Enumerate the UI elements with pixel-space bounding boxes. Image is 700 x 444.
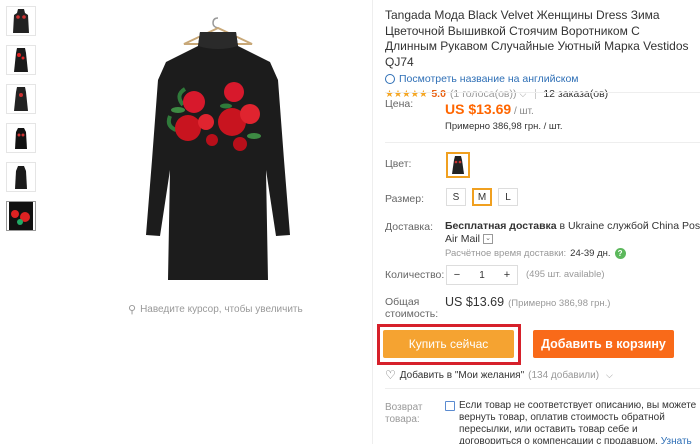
help-icon[interactable]: ? xyxy=(614,248,626,259)
size-option-l[interactable]: L xyxy=(498,188,518,206)
shipping-method[interactable]: Air Mail ⌄ xyxy=(445,233,494,245)
total-label: Общая стоимость: xyxy=(385,296,439,320)
divider xyxy=(385,142,700,143)
delivery-estimate: Расчётное время доставки: 24-39 дн. ? xyxy=(445,248,626,259)
chevron-down-icon[interactable]: ⌵ xyxy=(519,89,526,100)
thumbnail-6[interactable] xyxy=(6,201,36,231)
price-label: Цена: xyxy=(385,98,414,110)
increment-button[interactable]: + xyxy=(497,269,517,281)
zoom-hint: ⚲ Наведите курсор, чтобы увеличить xyxy=(128,304,303,316)
globe-icon xyxy=(385,74,395,84)
divider xyxy=(535,89,537,99)
thumbnail-1[interactable] xyxy=(6,6,36,36)
returns-label: Возврат товара: xyxy=(385,402,423,425)
return-policy-icon xyxy=(445,401,455,411)
decrement-button[interactable]: − xyxy=(447,269,467,281)
total-price: US $13.69 (Примерно 386,98 грн.) xyxy=(445,295,611,309)
size-options: S M L xyxy=(446,188,518,206)
chevron-down-icon[interactable]: ⌵ xyxy=(606,370,613,381)
size-option-s[interactable]: S xyxy=(446,188,466,206)
add-to-cart-button[interactable]: Добавить в корзину xyxy=(533,330,674,358)
available-stock: (495 шт. available) xyxy=(526,269,605,280)
rating-value: 5.0 xyxy=(431,88,446,100)
thumbnail-2[interactable] xyxy=(6,45,36,75)
product-main-image[interactable] xyxy=(108,10,328,294)
magnifier-icon: ⚲ xyxy=(128,304,137,316)
divider xyxy=(385,388,700,389)
thumbnail-5[interactable] xyxy=(6,162,36,192)
price: US $13.69 / шт. xyxy=(445,101,534,117)
quantity-stepper[interactable]: − 1 + xyxy=(446,265,518,285)
quantity-label: Количество: xyxy=(385,269,445,281)
translate-title-link[interactable]: Посмотреть название на английском xyxy=(385,73,700,85)
thumbnail-list xyxy=(6,6,40,240)
column-divider xyxy=(372,0,373,444)
heart-icon: ♡ xyxy=(385,368,396,382)
shipping-info: Бесплатная доставка в Ukraine службой Ch… xyxy=(445,220,700,232)
chevron-down-icon[interactable]: ⌄ xyxy=(483,234,494,244)
rating-row: ★★★★★ 5.0 (1 голоса(ов)) ⌵ 12 заказа(ов) xyxy=(385,88,700,100)
price-approx: Примерно 386,98 грн. / шт. xyxy=(445,121,563,132)
size-option-m[interactable]: M xyxy=(472,188,492,206)
votes-count[interactable]: (1 голоса(ов)) xyxy=(450,88,517,100)
product-info: Tangada Мода Black Velvet Женщины Dress … xyxy=(385,8,700,100)
product-title: Tangada Мода Black Velvet Женщины Dress … xyxy=(385,8,689,69)
shipping-label: Доставка: xyxy=(385,221,434,233)
quantity-input[interactable]: 1 xyxy=(472,270,492,281)
add-to-wishlist-link[interactable]: ♡ Добавить в "Мои желания" (134 добавили… xyxy=(385,368,613,382)
color-label: Цвет: xyxy=(385,158,412,170)
returns-info: Если товар не соответствует описанию, вы… xyxy=(445,400,700,444)
color-option-black[interactable] xyxy=(446,152,470,178)
dress-swatch-icon xyxy=(452,156,464,174)
divider xyxy=(385,92,700,93)
orders-count: 12 заказа(ов) xyxy=(543,88,609,100)
thumbnail-4[interactable] xyxy=(6,123,36,153)
size-label: Размер: xyxy=(385,193,425,205)
thumbnail-3[interactable] xyxy=(6,84,36,114)
buy-now-button[interactable]: Купить сейчас xyxy=(383,330,514,358)
